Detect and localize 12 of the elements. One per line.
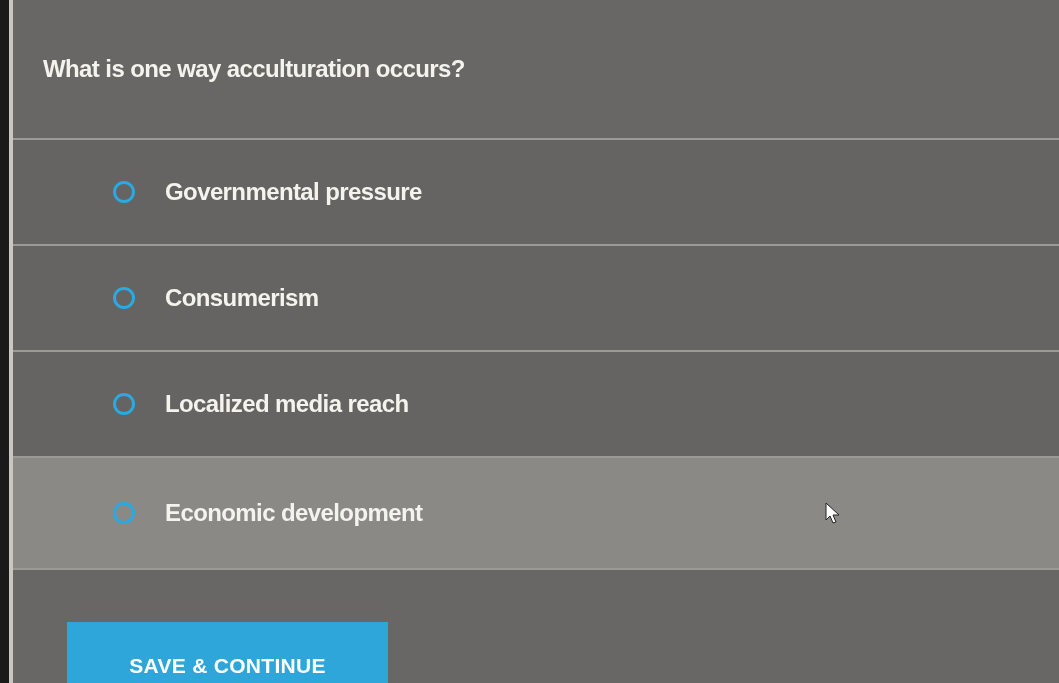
radio-button[interactable] xyxy=(113,181,135,203)
option-label: Governmental pressure xyxy=(165,177,422,207)
option-label: Economic development xyxy=(165,498,423,528)
mouse-pointer-icon xyxy=(825,502,841,524)
radio-button[interactable] xyxy=(113,393,135,415)
question-text: What is one way acculturation occurs? xyxy=(43,54,465,84)
radio-button[interactable] xyxy=(113,287,135,309)
option-label: Consumerism xyxy=(165,283,319,313)
radio-button[interactable] xyxy=(113,502,135,524)
option-label: Localized media reach xyxy=(165,389,409,419)
save-continue-button[interactable]: SAVE & CONTINUE xyxy=(67,622,388,683)
answer-option-row[interactable]: Economic development xyxy=(13,458,1059,570)
